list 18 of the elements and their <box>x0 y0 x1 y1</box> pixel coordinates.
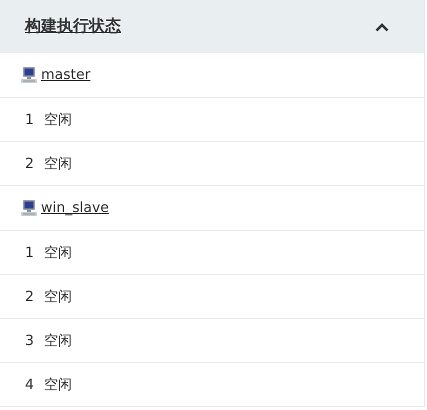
executor-status: 空闲 <box>44 154 72 172</box>
computer-icon <box>20 199 38 217</box>
executor-number: 2 <box>25 288 34 304</box>
panel-title-link[interactable]: 构建执行状态 <box>25 16 121 37</box>
caret-icon[interactable] <box>375 22 389 32</box>
executor-number: 3 <box>25 332 34 348</box>
computer-icon <box>20 66 38 84</box>
executor-status: 空闲 <box>44 376 72 394</box>
executor-number: 2 <box>25 156 34 172</box>
node-link[interactable]: win_slave <box>41 200 109 216</box>
executor-status: 空闲 <box>44 288 72 306</box>
executor-status: 空闲 <box>44 244 72 262</box>
executor-status: 空闲 <box>44 110 72 128</box>
executor-number: 4 <box>25 376 34 392</box>
executor-number: 1 <box>25 244 34 260</box>
executor-status: 空闲 <box>44 332 72 350</box>
executor-number: 1 <box>25 112 34 128</box>
node-link[interactable]: master <box>41 67 90 83</box>
